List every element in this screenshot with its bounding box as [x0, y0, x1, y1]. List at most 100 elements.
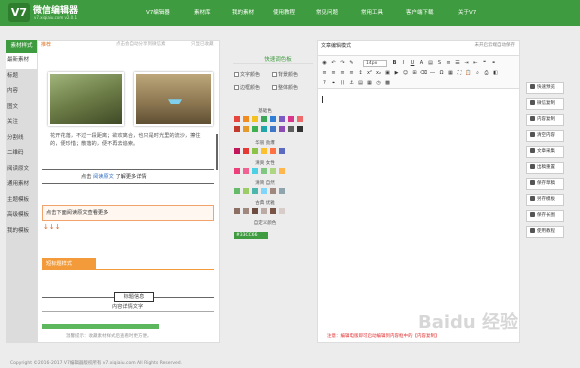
background-icon[interactable]: ▩ [384, 80, 391, 87]
color-swatch[interactable] [261, 116, 267, 122]
color-swatch[interactable] [279, 126, 285, 132]
preview-icon[interactable]: ◧ [492, 70, 499, 77]
save-long-image-button[interactable]: 保存长图 [526, 210, 564, 222]
quick-preview-button[interactable]: 快速预览 [526, 82, 564, 94]
horizontal-rule-icon[interactable]: ― [429, 70, 436, 77]
line-height-icon[interactable]: ↕ [357, 70, 364, 77]
undo-icon[interactable]: ↶ [330, 60, 337, 67]
color-swatch[interactable] [243, 208, 249, 214]
sidebar-item-follow[interactable]: 关注 [6, 115, 37, 131]
italic-icon[interactable]: I [400, 60, 407, 67]
article-collect-button[interactable]: 文章采集 [526, 146, 564, 158]
color-swatch[interactable] [288, 126, 294, 132]
color-swatch[interactable] [279, 116, 285, 122]
color-swatch[interactable] [279, 208, 285, 214]
color-swatch[interactable] [270, 148, 276, 154]
color-swatch[interactable] [270, 168, 276, 174]
color-swatch[interactable] [288, 116, 294, 122]
color-swatch[interactable] [234, 208, 240, 214]
logo[interactable]: V7 [8, 3, 30, 22]
color-swatch[interactable] [243, 148, 249, 154]
date-icon[interactable]: ▦ [366, 80, 373, 87]
strikethrough-icon[interactable]: S [436, 60, 443, 67]
color-swatch[interactable] [279, 188, 285, 194]
template-icon[interactable]: ▤ [357, 80, 364, 87]
table-icon[interactable]: ⊞ [411, 70, 418, 77]
poem-text[interactable]: 花开花落，不过一段距离；欲欢离合，也只是时光里的流沙，擦住的，便珍惜；散落的，便… [50, 132, 210, 148]
sidebar-item-title[interactable]: 标题 [6, 69, 37, 85]
subscript-icon[interactable]: x₂ [375, 70, 382, 77]
color-swatch[interactable] [270, 208, 276, 214]
nav-item-tools[interactable]: 常用工具 [361, 0, 383, 26]
nav-item-faq[interactable]: 常见问题 [316, 0, 338, 26]
color-swatch[interactable] [252, 116, 258, 122]
font-color-icon[interactable]: A [418, 60, 425, 67]
color-swatch[interactable] [270, 126, 276, 132]
checkbox-icon[interactable] [234, 72, 239, 77]
sidebar-item-divider[interactable]: 分割线 [6, 131, 37, 147]
justify-icon[interactable]: ≡ [348, 70, 355, 77]
save-draft-button[interactable]: 保存草稿 [526, 178, 564, 190]
anchor-icon[interactable]: ⚓ [348, 80, 355, 87]
color-swatch[interactable] [252, 208, 258, 214]
checkbox-icon[interactable] [272, 85, 277, 90]
time-icon[interactable]: ◷ [375, 80, 382, 87]
fullscreen-icon[interactable]: ⛶ [456, 70, 463, 77]
indent-icon[interactable]: ⇥ [463, 60, 470, 67]
favorites-only-checkbox[interactable]: 只显已收藏 [191, 41, 214, 47]
orange-readmore-template[interactable]: 点击下面阅读原文查看更多 [42, 205, 214, 221]
format-brush-icon[interactable]: ✎ [348, 60, 355, 67]
font-size-select[interactable]: 14px [363, 60, 387, 67]
sidebar-item-image-text[interactable]: 图文 [6, 100, 37, 116]
color-swatch[interactable] [279, 148, 285, 154]
quote-icon[interactable]: ❝ [481, 60, 488, 67]
color-swatch[interactable] [243, 116, 249, 122]
video-icon[interactable]: ▶ [393, 70, 400, 77]
color-swatch[interactable] [261, 168, 267, 174]
nav-item-client-download[interactable]: 客户端下载 [406, 0, 434, 26]
color-swatch[interactable] [279, 168, 285, 174]
clear-format-icon[interactable]: ⌫ [420, 70, 427, 77]
border-color-option[interactable]: 边框颜色 [234, 84, 260, 91]
ordered-list-icon[interactable]: ≡ [445, 60, 452, 67]
color-swatch[interactable] [243, 188, 249, 194]
color-swatch[interactable] [252, 148, 258, 154]
nav-item-tutorial[interactable]: 使用教程 [273, 0, 295, 26]
sidebar-item-general[interactable]: 通用素材 [6, 177, 37, 193]
color-swatch[interactable] [270, 116, 276, 122]
unordered-list-icon[interactable]: ☰ [454, 60, 461, 67]
color-swatch[interactable] [234, 168, 240, 174]
color-swatch[interactable] [261, 126, 267, 132]
sidebar-header[interactable]: 素材样式 [6, 40, 37, 53]
color-swatch[interactable] [234, 188, 240, 194]
content-copy-button[interactable]: 内容复制 [526, 114, 564, 126]
color-swatch[interactable] [252, 168, 258, 174]
clear-content-button[interactable]: 清空内容 [526, 130, 564, 142]
sidebar-item-my-templates[interactable]: 我的模板 [6, 224, 37, 240]
recommend-tag[interactable]: 推荐 [41, 41, 51, 48]
help-icon[interactable]: ? [321, 80, 328, 87]
nav-item-editor[interactable]: V7编辑器 [146, 0, 170, 26]
all-color-option[interactable]: 整体颜色 [272, 84, 298, 91]
color-swatch[interactable] [297, 126, 303, 132]
color-swatch[interactable] [252, 126, 258, 132]
emotion-icon[interactable]: ☺ [402, 70, 409, 77]
paste-icon[interactable]: 📋 [465, 70, 472, 77]
color-swatch[interactable] [261, 188, 267, 194]
sidebar-item-advanced-templates[interactable]: 高级模板 [6, 208, 37, 224]
sidebar-item-content[interactable]: 内容 [6, 84, 37, 100]
landscape-image[interactable] [48, 72, 124, 126]
color-swatch[interactable] [270, 188, 276, 194]
print-icon[interactable]: ⎙ [483, 70, 490, 77]
color-swatch[interactable] [234, 126, 240, 132]
color-swatch[interactable] [252, 188, 258, 194]
sidebar-item-read-original[interactable]: 阅读原文 [6, 162, 37, 178]
nav-item-materials[interactable]: 素材库 [194, 0, 211, 26]
highlight-icon[interactable]: ▤ [427, 60, 434, 67]
bg-color-option[interactable]: 背景颜色 [272, 71, 298, 78]
checkbox-icon[interactable] [234, 85, 239, 90]
color-swatch[interactable] [297, 116, 303, 122]
color-swatch[interactable] [261, 208, 267, 214]
find-replace-icon[interactable]: ⌕ [474, 70, 481, 77]
sidebar-item-theme-templates[interactable]: 主题模板 [6, 193, 37, 209]
